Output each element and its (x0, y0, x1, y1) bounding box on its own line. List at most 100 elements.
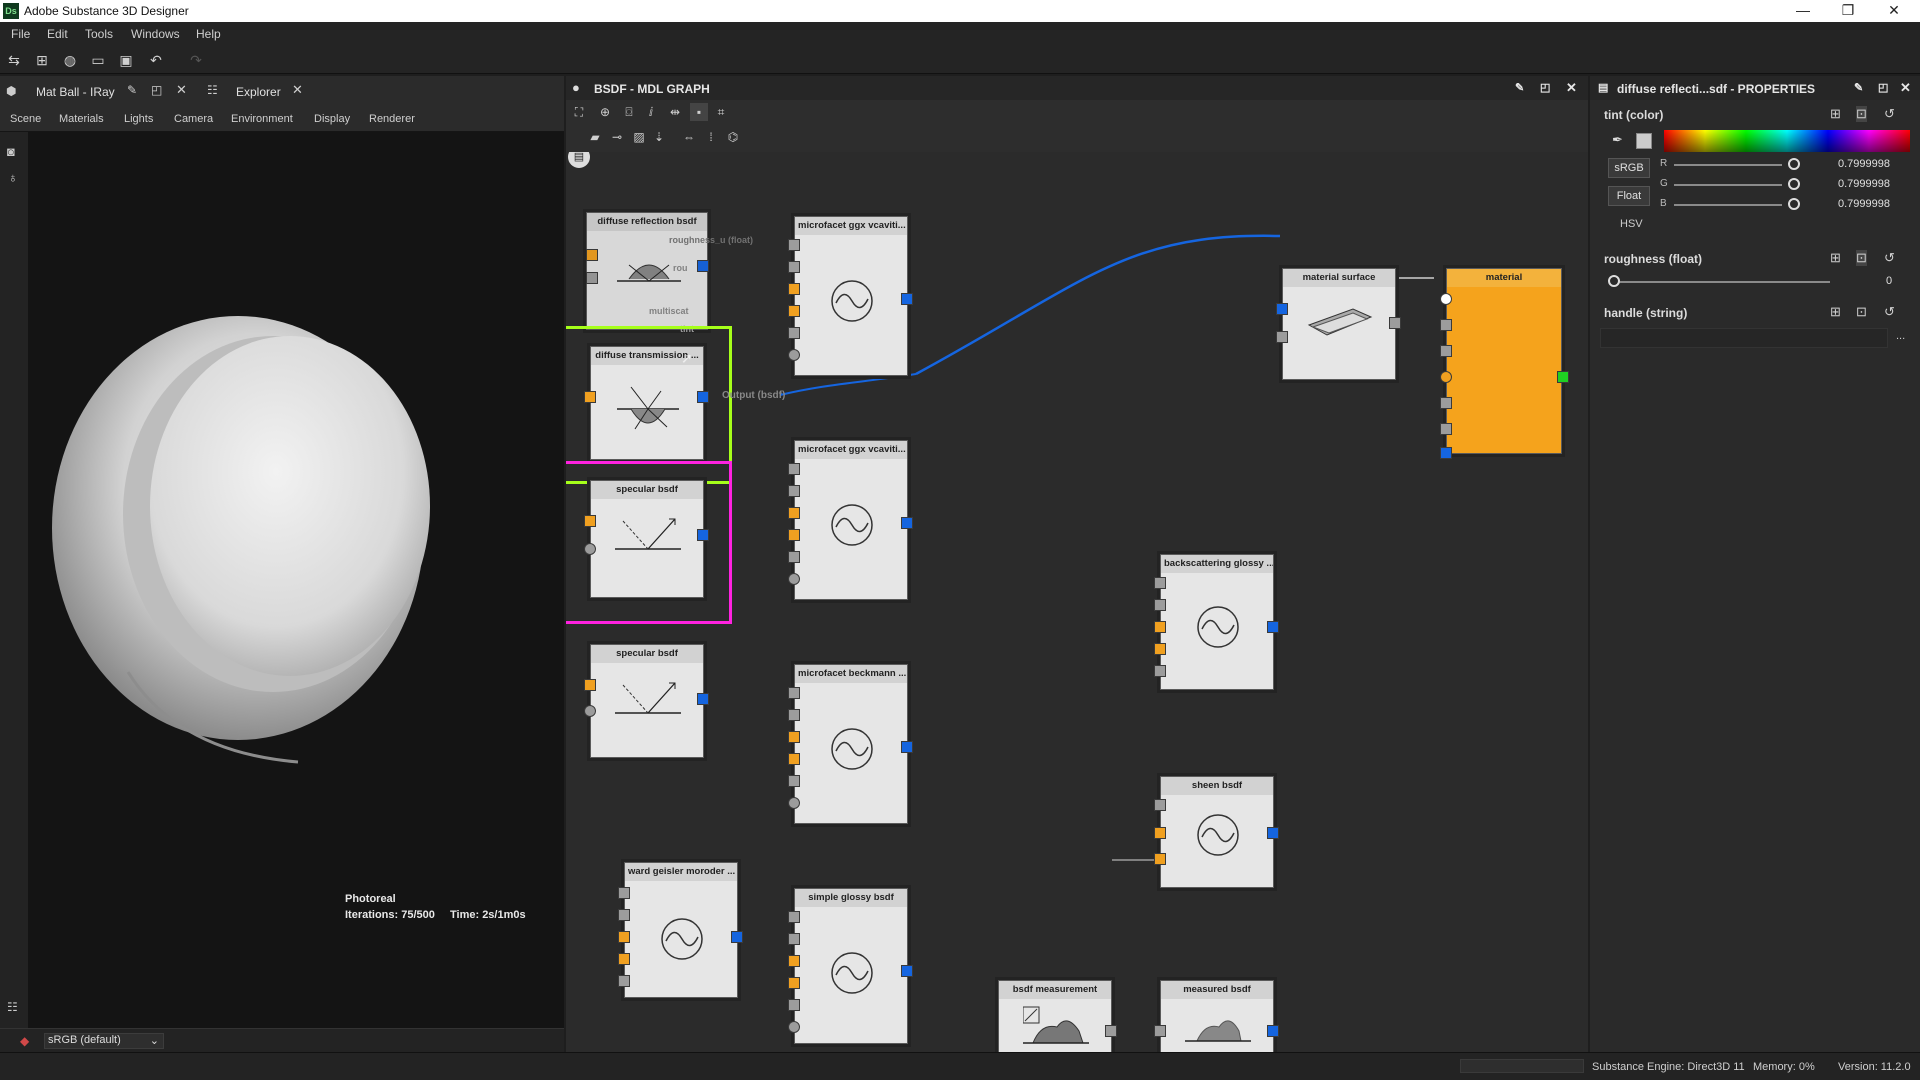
link-icon[interactable]: ⊸ (608, 128, 626, 146)
channel-r-track[interactable] (1674, 164, 1782, 166)
expose-icon[interactable]: ⊞ (1830, 250, 1841, 266)
input-port[interactable] (1440, 423, 1452, 435)
output-port[interactable] (901, 965, 913, 977)
camera-icon[interactable]: ◙ (7, 144, 15, 159)
input-port[interactable] (1154, 577, 1166, 589)
align-icon[interactable]: ⇹ (666, 103, 684, 121)
input-port[interactable] (618, 909, 630, 921)
node-microfacet-beckmann[interactable]: microfacet beckmann ... (788, 664, 913, 824)
info-icon[interactable]: ⅈ (642, 103, 660, 121)
input-port[interactable] (788, 327, 800, 339)
props-float-icon[interactable]: ◰ (1878, 81, 1888, 94)
node-material-surface[interactable]: material surface (1276, 268, 1401, 380)
input-port[interactable] (1154, 827, 1166, 839)
props-close-icon[interactable]: ✕ (1900, 80, 1911, 96)
connect-icon[interactable]: ⇔ (680, 128, 698, 146)
comment-icon[interactable]: ▰ (586, 128, 604, 146)
output-port[interactable] (901, 293, 913, 305)
viewport-menu-scene[interactable]: Scene (10, 113, 41, 125)
input-port[interactable] (788, 797, 800, 809)
input-port[interactable] (788, 977, 800, 989)
roughness-knob[interactable] (1608, 275, 1620, 287)
snap-icon[interactable]: ▪ (690, 103, 708, 121)
input-port[interactable] (584, 515, 596, 527)
new-graph-icon[interactable]: ⇆ (5, 51, 23, 69)
channel-b-track[interactable] (1674, 204, 1782, 206)
menu-windows[interactable]: Windows (131, 27, 180, 41)
input-port[interactable] (788, 239, 800, 251)
node-simple-glossy[interactable]: simple glossy bsdf (788, 888, 913, 1044)
channel-b-knob[interactable] (1788, 198, 1800, 210)
output-port[interactable] (1105, 1025, 1117, 1037)
input-port[interactable] (1440, 397, 1452, 409)
input-port[interactable] (788, 687, 800, 699)
frame-selected-icon[interactable]: ⊕ (596, 103, 614, 121)
close-explorer-icon[interactable]: ✕ (292, 82, 303, 98)
menu-help[interactable]: Help (196, 27, 221, 41)
float-panel-icon[interactable]: ◰ (151, 83, 162, 97)
color-swatch[interactable] (1636, 133, 1652, 149)
viewport-menu-environment[interactable]: Environment (231, 113, 293, 125)
tab-mat-ball[interactable]: Mat Ball - IRay (36, 85, 115, 99)
screenshot-icon[interactable]: ⌼ (620, 103, 638, 121)
channel-g-track[interactable] (1674, 184, 1782, 186)
frame-icon[interactable]: ▨ (630, 128, 648, 146)
input-port[interactable] (788, 731, 800, 743)
channel-r-value[interactable]: 0.7999998 (1838, 158, 1890, 170)
props-pin-icon[interactable]: ✎ (1854, 81, 1863, 94)
expose-icon[interactable]: ⊞ (1830, 106, 1841, 122)
pin-node-icon[interactable]: ⇣ (650, 128, 668, 146)
output-port[interactable] (697, 529, 709, 541)
input-port[interactable] (586, 249, 598, 261)
node-specular-2[interactable]: specular bsdf (584, 644, 709, 758)
layout-icon[interactable]: ⌬ (724, 128, 742, 146)
function-icon[interactable]: ⊡ (1856, 250, 1867, 266)
handle-input[interactable] (1600, 328, 1888, 348)
menu-file[interactable]: File (11, 27, 30, 41)
channel-r-knob[interactable] (1788, 158, 1800, 170)
node-microfacet-ggx-1[interactable]: microfacet ggx vcaviti... (788, 216, 913, 376)
input-port[interactable] (788, 999, 800, 1011)
undo-icon[interactable]: ↶ (147, 51, 165, 69)
graph-float-icon[interactable]: ◰ (1540, 81, 1550, 94)
input-port[interactable] (1276, 331, 1288, 343)
graph-pin-icon[interactable]: ✎ (1515, 81, 1524, 94)
hue-spectrum[interactable] (1664, 130, 1910, 152)
input-port[interactable] (618, 931, 630, 943)
pin-icon[interactable]: ✎ (127, 83, 137, 97)
viewport-menu-renderer[interactable]: Renderer (369, 113, 415, 125)
input-port[interactable] (1154, 599, 1166, 611)
input-port[interactable] (1440, 371, 1452, 383)
eyedropper-icon[interactable]: ✒ (1612, 132, 1623, 148)
graph-canvas[interactable]: diffuse reflection bsdf roughness_u (flo… (566, 152, 1588, 1052)
input-port[interactable] (584, 679, 596, 691)
channel-b-value[interactable]: 0.7999998 (1838, 198, 1890, 210)
input-port[interactable] (618, 975, 630, 987)
input-port[interactable] (618, 887, 630, 899)
input-port[interactable] (584, 705, 596, 717)
viewport-menu-lights[interactable]: Lights (124, 113, 153, 125)
web-icon[interactable]: ◍ (61, 51, 79, 69)
node-measured-bsdf[interactable]: measured bsdf (1154, 980, 1279, 1052)
reset-icon[interactable]: ↺ (1884, 106, 1895, 122)
node-diffuse-reflection[interactable]: diffuse reflection bsdf roughness_u (flo… (586, 212, 753, 330)
channel-g-value[interactable]: 0.7999998 (1838, 178, 1890, 190)
input-port[interactable] (788, 775, 800, 787)
colorspace-dropdown[interactable]: sRGB (default) ⌄ (44, 1033, 164, 1049)
output-port[interactable] (1267, 827, 1279, 839)
function-icon[interactable]: ⊡ (1856, 304, 1867, 320)
maximize-button[interactable]: ❐ (1828, 0, 1868, 22)
frame-all-icon[interactable]: ⛶ (570, 103, 588, 121)
input-port[interactable] (788, 283, 800, 295)
tab-explorer[interactable]: Explorer (236, 85, 281, 99)
outliner-icon[interactable]: ☷ (7, 1000, 18, 1014)
input-port[interactable] (1154, 665, 1166, 677)
close-button[interactable]: ✕ (1874, 0, 1914, 22)
redo-icon[interactable]: ↷ (187, 51, 205, 69)
output-port[interactable] (697, 260, 709, 272)
input-port[interactable] (1440, 447, 1452, 459)
input-port[interactable] (788, 485, 800, 497)
input-port[interactable] (788, 529, 800, 541)
input-port[interactable] (1154, 799, 1166, 811)
output-port[interactable] (1557, 371, 1569, 383)
